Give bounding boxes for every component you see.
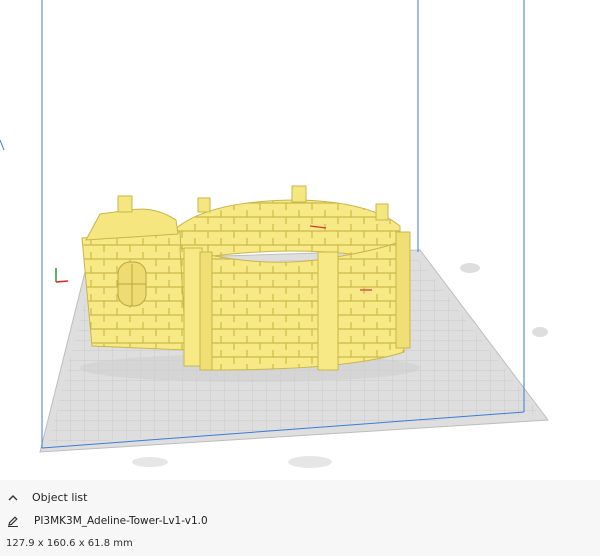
build-volume-scene xyxy=(0,0,549,468)
origin-axes xyxy=(55,268,69,283)
object-list-item[interactable]: PI3MK3M_Adeline-Tower-Lv1-v1.0 xyxy=(6,514,208,528)
chevron-up-icon xyxy=(6,490,20,504)
object-list-toggle[interactable]: Object list xyxy=(6,490,87,504)
object-list-panel: Object list PI3MK3M_Adeline-Tower-Lv1-v1… xyxy=(0,480,600,556)
pencil-icon[interactable] xyxy=(6,514,20,528)
3d-viewport[interactable] xyxy=(0,0,600,480)
object-list-label: Object list xyxy=(32,490,88,504)
object-name: PI3MK3M_Adeline-Tower-Lv1-v1.0 xyxy=(34,515,208,527)
object-dimensions: 127.9 x 160.6 x 61.8 mm xyxy=(6,538,133,549)
